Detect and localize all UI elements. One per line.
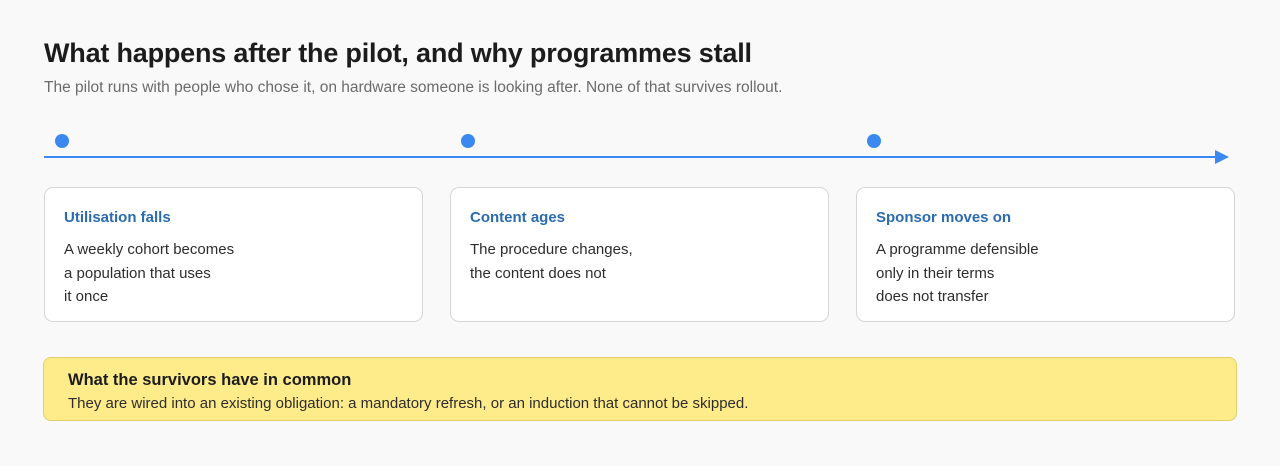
stage-card-line: does not transfer bbox=[876, 288, 989, 305]
stage-card-sponsor-moves-on: Sponsor moves on A programme defensible … bbox=[856, 187, 1235, 322]
stage-card-line: a population that uses bbox=[64, 264, 211, 282]
timeline-arrowhead bbox=[1215, 150, 1229, 164]
stage-card-title: Utilisation falls bbox=[64, 209, 171, 226]
callout-title: What the survivors have in common bbox=[68, 371, 352, 389]
stage-card-line: The procedure changes, bbox=[470, 241, 633, 258]
survivors-callout: What the survivors have in common They a… bbox=[43, 357, 1237, 421]
stage-card-line: the content does not bbox=[470, 264, 606, 282]
stage-card-line: only in their terms bbox=[876, 264, 995, 282]
stage-card-line: it once bbox=[64, 288, 109, 305]
stage-card-content-ages: Content ages The procedure changes, the … bbox=[450, 187, 829, 322]
timeline-marker-1 bbox=[55, 134, 69, 148]
stage-card-body: A weekly cohort becomes a population tha… bbox=[64, 238, 403, 309]
stage-card-body: The procedure changes, the content does … bbox=[470, 238, 809, 285]
stage-card-line: A programme defensible bbox=[876, 241, 1039, 258]
stage-card-title: Sponsor moves on bbox=[876, 209, 1012, 226]
stage-card-line: A weekly cohort becomes bbox=[64, 241, 235, 258]
stage-card-utilisation-falls: Utilisation falls A weekly cohort become… bbox=[44, 187, 423, 322]
timeline bbox=[44, 134, 1229, 164]
timeline-marker-3 bbox=[867, 134, 881, 148]
stage-card-title: Content ages bbox=[470, 209, 566, 226]
stage-card-body: A programme defensible only in their ter… bbox=[876, 238, 1215, 309]
timeline-marker-2 bbox=[461, 134, 475, 148]
callout-body: They are wired into an existing obligati… bbox=[68, 395, 749, 412]
